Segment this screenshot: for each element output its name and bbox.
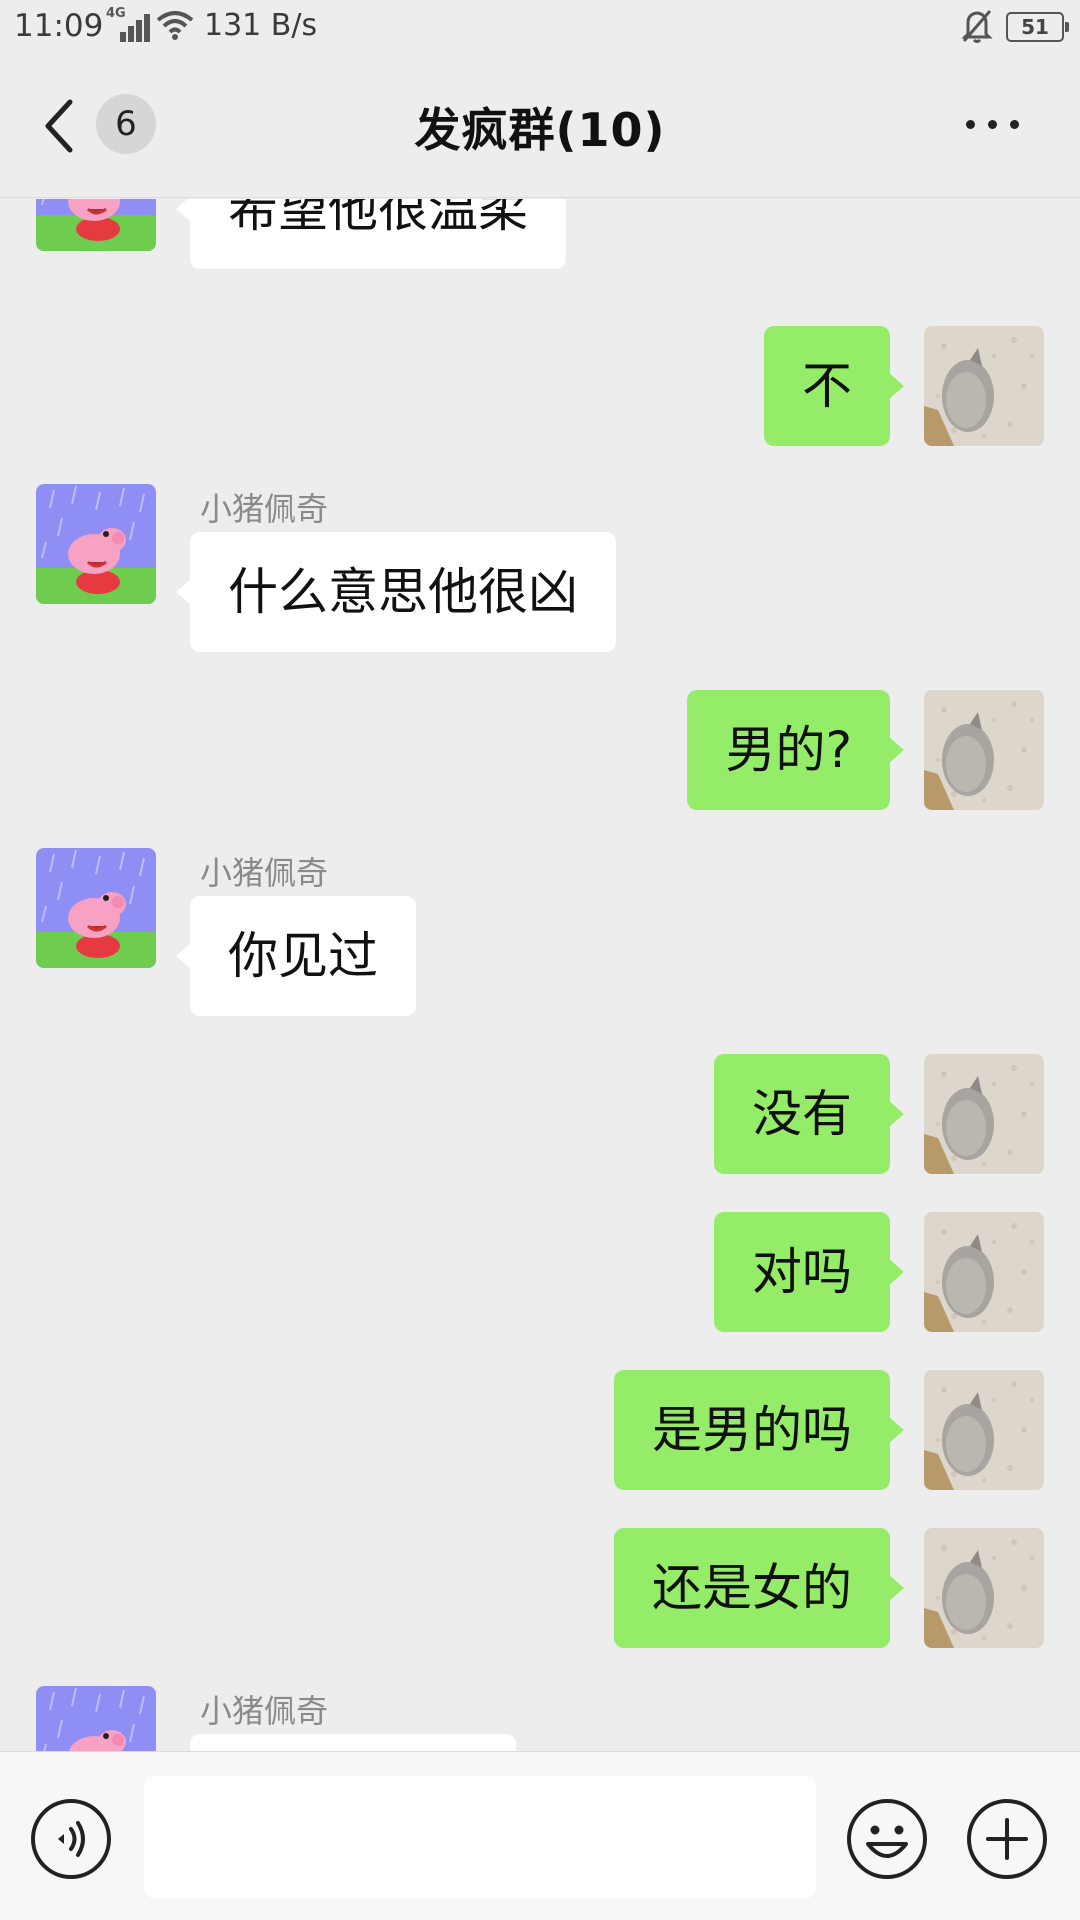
plus-icon[interactable]	[966, 1798, 1048, 1880]
clock: 11:09	[14, 8, 104, 44]
cat-avatar[interactable]	[924, 1528, 1044, 1648]
cat-avatar[interactable]	[924, 1212, 1044, 1332]
peppa-pig-avatar[interactable]	[36, 1686, 156, 1751]
message-bubble[interactable]: 不	[764, 326, 904, 446]
sender-name: 小猪佩奇	[200, 490, 329, 528]
message-input[interactable]	[144, 1776, 816, 1898]
sender-name: 小猪佩奇	[200, 854, 329, 892]
peppa-pig-avatar[interactable]	[36, 848, 156, 968]
peppa-pig-avatar[interactable]	[36, 199, 156, 251]
network-type: 4G	[106, 6, 126, 21]
more-options-icon[interactable]	[966, 116, 1022, 132]
message-bubble[interactable]: 什么意思他很凶	[176, 532, 616, 652]
message-bubble[interactable]: 希望他很温柔	[176, 199, 566, 269]
message-bubble[interactable]: 没有	[714, 1054, 904, 1174]
mute-bell-icon	[961, 10, 993, 43]
cellular-signal-icon: 4G	[106, 6, 150, 42]
message-bubble[interactable]: 是男的吗	[614, 1370, 904, 1490]
voice-input-icon[interactable]	[30, 1798, 112, 1880]
network-speed: 131 B/s	[204, 8, 318, 43]
cat-avatar[interactable]	[924, 690, 1044, 810]
message-bubble[interactable]: 对吗	[714, 1212, 904, 1332]
wifi-icon	[156, 11, 194, 40]
sender-name: 小猪佩奇	[200, 1692, 329, 1730]
message-bubble[interactable]: 你见过	[176, 896, 416, 1016]
chat-header: 6 发疯群(10)	[0, 56, 1080, 198]
peppa-pig-avatar[interactable]	[36, 484, 156, 604]
battery-indicator: 51	[1006, 12, 1069, 42]
message-bubble[interactable]: 男的?	[687, 690, 904, 810]
cat-avatar[interactable]	[924, 326, 1044, 446]
cat-avatar[interactable]	[924, 1054, 1044, 1174]
chat-screen: 11:09 4G 131 B/s 51 6 发疯群(10) 希望他很温柔 不 小…	[0, 0, 1080, 1920]
message-bubble[interactable]	[190, 1734, 516, 1751]
chat-title: 发疯群(10)	[414, 103, 666, 157]
cat-avatar[interactable]	[924, 1370, 1044, 1490]
status-bar: 11:09 4G 131 B/s 51	[0, 0, 1080, 56]
input-bar	[0, 1751, 1080, 1920]
message-bubble[interactable]: 还是女的	[614, 1528, 904, 1648]
emoji-icon[interactable]	[846, 1798, 928, 1880]
message-list[interactable]: 希望他很温柔 不 小猪佩奇 什么意思他很凶 男的? 小猪佩奇 你见过 没有 对吗…	[0, 199, 1080, 1751]
